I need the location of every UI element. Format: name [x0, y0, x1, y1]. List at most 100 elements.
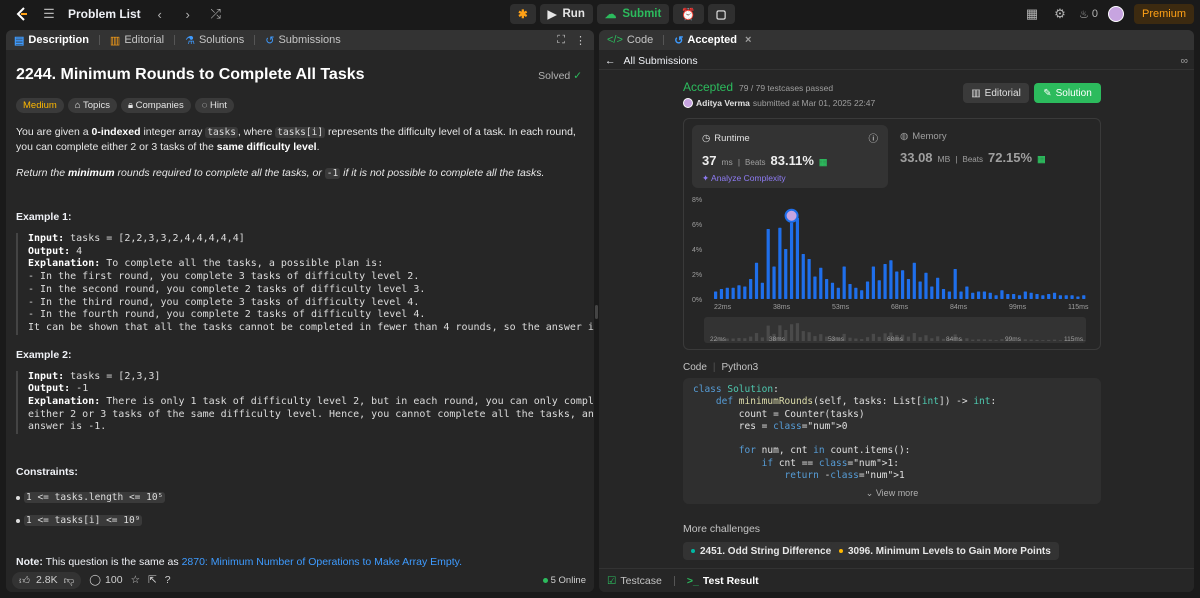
submit-button[interactable]: ☁ Submit	[596, 4, 670, 24]
tab-submissions[interactable]: ↺ Submissions	[265, 34, 341, 47]
challenge-item[interactable]: 3096. Minimum Levels to Gain More Points	[831, 542, 1059, 560]
navigator-bar	[871, 333, 875, 341]
chevron-left-icon[interactable]: ‹	[151, 5, 169, 23]
tab-description[interactable]: ▤ Description	[14, 34, 89, 47]
tab-solutions[interactable]: ⚗ Solutions	[185, 34, 244, 47]
chart-bar	[994, 295, 998, 299]
navigator-bar	[819, 334, 823, 341]
navigator-bar	[1052, 339, 1057, 341]
submission-panel: </> Code ↺ Accepted × ← All Submissions ∞ A…	[599, 30, 1194, 592]
chart-bar	[813, 276, 817, 299]
tab-code[interactable]: </> Code	[607, 34, 653, 46]
tab-editorial[interactable]: ▥ Editorial	[110, 34, 164, 47]
submission-subbar: ← All Submissions ∞	[599, 52, 1194, 70]
tab-test-result[interactable]: >_ Test Result	[687, 575, 759, 587]
close-icon[interactable]: ×	[745, 34, 751, 46]
book-icon: ▥	[971, 87, 981, 99]
problem-list-title[interactable]: Problem List	[68, 7, 141, 21]
tab-accepted[interactable]: ↺ Accepted ×	[674, 34, 751, 47]
star-icon[interactable]: ☆	[131, 574, 140, 586]
like-dislike-group: 👍︎ 2.8K 👎︎	[12, 571, 82, 589]
expand-icon[interactable]: ⛶	[557, 34, 565, 47]
runtime-distribution-chart[interactable]: 8% 6% 4% 2% 0% 22ms 38ms 53ms 68ms 84ms 99ms 115ms 2…	[684, 191, 1102, 349]
panel-resize-handle[interactable]	[595, 305, 598, 319]
share-icon[interactable]: ⇱	[148, 574, 157, 586]
chart-bar	[871, 266, 875, 299]
runtime-card[interactable]: ◷ Runtime ⓘ 37 ms | Beats 83.11% ▦ ✦ Analyze Co…	[692, 125, 888, 188]
chart-bar	[1052, 292, 1057, 299]
link-icon[interactable]: ∞	[1181, 55, 1189, 67]
x-tick-label: 22ms	[714, 304, 732, 311]
chart-bar	[1029, 292, 1033, 299]
timer-button[interactable]: ⏰	[673, 4, 704, 24]
premium-button[interactable]: Premium	[1133, 4, 1194, 24]
thumbs-up-icon[interactable]: 👍︎	[19, 574, 30, 587]
navigator-bar	[813, 336, 817, 341]
hint-button[interactable]: ◌ Hint	[194, 98, 234, 113]
memory-card[interactable]: ◍ Memory 33.08 MB | Beats 72.15% ▦	[896, 125, 1092, 188]
online-count: 5 Online	[542, 575, 586, 586]
like-count: 2.8K	[35, 574, 58, 586]
tab-label: Submissions	[278, 34, 341, 46]
tab-testcase[interactable]: ☑ Testcase	[607, 575, 662, 587]
chart-bar	[749, 279, 753, 299]
editorial-button[interactable]: ▥ Editorial	[963, 83, 1029, 103]
help-icon[interactable]: ?	[165, 574, 171, 586]
chart-bar	[883, 264, 887, 299]
analyze-complexity-link[interactable]: ✦ Analyze Complexity	[702, 173, 878, 184]
y-tick-label: 0%	[692, 297, 702, 304]
streak-count: 0	[1091, 8, 1098, 20]
more-icon[interactable]: ⋮	[575, 34, 586, 47]
navigator-bar	[912, 333, 916, 341]
leetcode-logo-icon[interactable]	[14, 6, 30, 22]
challenge-item[interactable]: 2451. Odd String Difference	[683, 542, 840, 560]
note-icon: ▢	[715, 9, 727, 21]
run-button[interactable]: ▶ Run	[539, 4, 593, 24]
chevron-right-icon[interactable]: ›	[179, 5, 197, 23]
navigator-bar	[982, 339, 987, 341]
thumbs-down-icon[interactable]: 👎︎	[64, 574, 75, 587]
chart-bar	[754, 262, 759, 299]
chart-bar	[889, 260, 893, 299]
note: Note: This question is the same as 2870:…	[16, 556, 463, 569]
constraints-heading: Constraints:	[16, 466, 78, 479]
navigator-bar	[918, 337, 922, 341]
info-icon[interactable]: ⓘ	[868, 131, 878, 145]
chart-bar	[766, 229, 770, 299]
chart-bar	[941, 289, 946, 299]
problem-list-icon[interactable]: ☰	[40, 5, 58, 23]
gear-icon[interactable]: ⚙	[1051, 5, 1069, 23]
tab-label: Accepted	[687, 34, 737, 46]
chart-bar	[895, 271, 899, 299]
chart-bar	[1064, 295, 1068, 299]
navigator-bar	[731, 338, 735, 341]
your-submission-marker	[784, 208, 799, 223]
chart-bar	[743, 286, 747, 299]
all-submissions-link[interactable]: All Submissions	[624, 55, 698, 67]
streak-counter[interactable]: ♨ 0	[1079, 8, 1098, 21]
example-2-heading: Example 2:	[16, 348, 72, 361]
top-bar: ☰ Problem List ‹ › ⤮ ✱ ▶ Run ☁ Submit ⏰ ▢ …	[0, 0, 1200, 28]
chart-bar	[930, 286, 934, 299]
debug-button[interactable]: ✱	[510, 4, 536, 24]
problem-description: 2244. Minimum Rounds to Complete All Tas…	[16, 58, 594, 569]
chart-bar	[801, 254, 805, 299]
navigator-bar	[877, 336, 881, 341]
view-more-button[interactable]: ⌄ View more	[683, 482, 1101, 504]
companies-button[interactable]: 🔒︎ Companies	[120, 98, 191, 113]
avatar[interactable]	[1107, 6, 1124, 22]
arrow-left-icon[interactable]: ←	[605, 55, 616, 67]
solution-button[interactable]: ✎ Solution	[1034, 83, 1101, 103]
navigator-tick-label: 38ms	[769, 336, 786, 343]
related-problem-link[interactable]: 2870: Minimum Number of Operations to Ma…	[182, 556, 463, 568]
comment-button[interactable]: ◯ 100	[89, 574, 122, 586]
trophy-icon: ▦	[1037, 154, 1046, 164]
topics-button[interactable]: ⌂ Topics	[67, 98, 117, 113]
user-name[interactable]: Aditya Verma	[696, 98, 750, 108]
notes-button[interactable]: ▢	[707, 4, 735, 24]
chart-bar	[953, 269, 957, 299]
shuffle-icon[interactable]: ⤮	[207, 5, 225, 23]
problem-statement: You are given a 0-indexed integer array …	[16, 126, 576, 153]
layout-icon[interactable]: ▦	[1023, 5, 1041, 23]
code-line: class Solution:	[693, 384, 779, 395]
